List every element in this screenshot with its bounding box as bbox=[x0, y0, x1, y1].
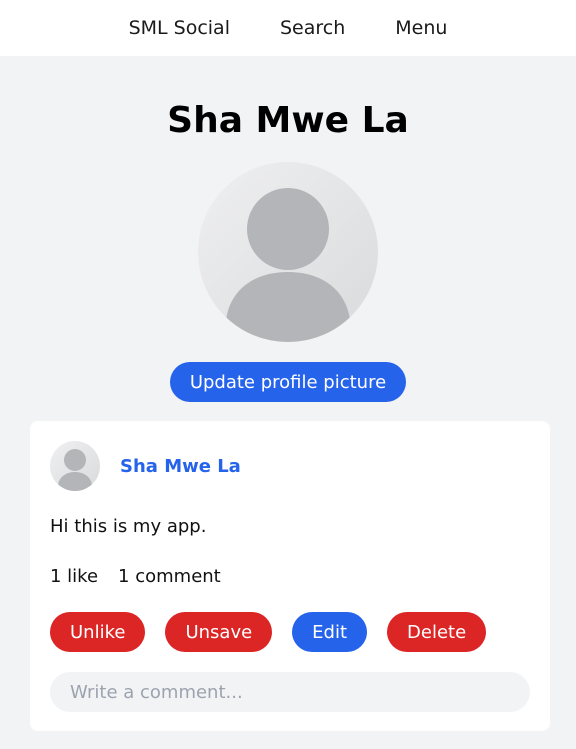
unsave-button[interactable]: Unsave bbox=[165, 612, 273, 652]
profile-avatar bbox=[198, 162, 378, 342]
top-navigation: SML Social Search Menu bbox=[0, 0, 576, 56]
like-count[interactable]: 1 like bbox=[50, 564, 98, 590]
nav-menu-link[interactable]: Menu bbox=[395, 17, 447, 39]
default-user-avatar-icon bbox=[226, 188, 350, 342]
comment-input[interactable] bbox=[50, 672, 530, 712]
post-actions: Unlike Unsave Edit Delete bbox=[50, 612, 530, 652]
post-card: Sha Mwe La Hi this is my app. 1 like 1 c… bbox=[30, 421, 550, 731]
profile-section: Sha Mwe La Update profile picture bbox=[0, 56, 576, 402]
unlike-button[interactable]: Unlike bbox=[50, 612, 146, 652]
default-user-avatar-icon bbox=[58, 449, 92, 491]
post-stats: 1 like 1 comment bbox=[50, 564, 530, 590]
nav-search-link[interactable]: Search bbox=[280, 17, 345, 39]
profile-name: Sha Mwe La bbox=[167, 100, 409, 141]
nav-brand-link[interactable]: SML Social bbox=[129, 17, 230, 39]
post-text: Hi this is my app. bbox=[50, 516, 207, 537]
post-header: Sha Mwe La bbox=[50, 441, 530, 491]
delete-button[interactable]: Delete bbox=[387, 612, 487, 652]
post-author-link[interactable]: Sha Mwe La bbox=[120, 456, 241, 477]
update-profile-picture-button[interactable]: Update profile picture bbox=[169, 362, 407, 402]
edit-button[interactable]: Edit bbox=[292, 612, 368, 652]
author-avatar[interactable] bbox=[50, 441, 100, 491]
comment-count[interactable]: 1 comment bbox=[118, 564, 221, 590]
